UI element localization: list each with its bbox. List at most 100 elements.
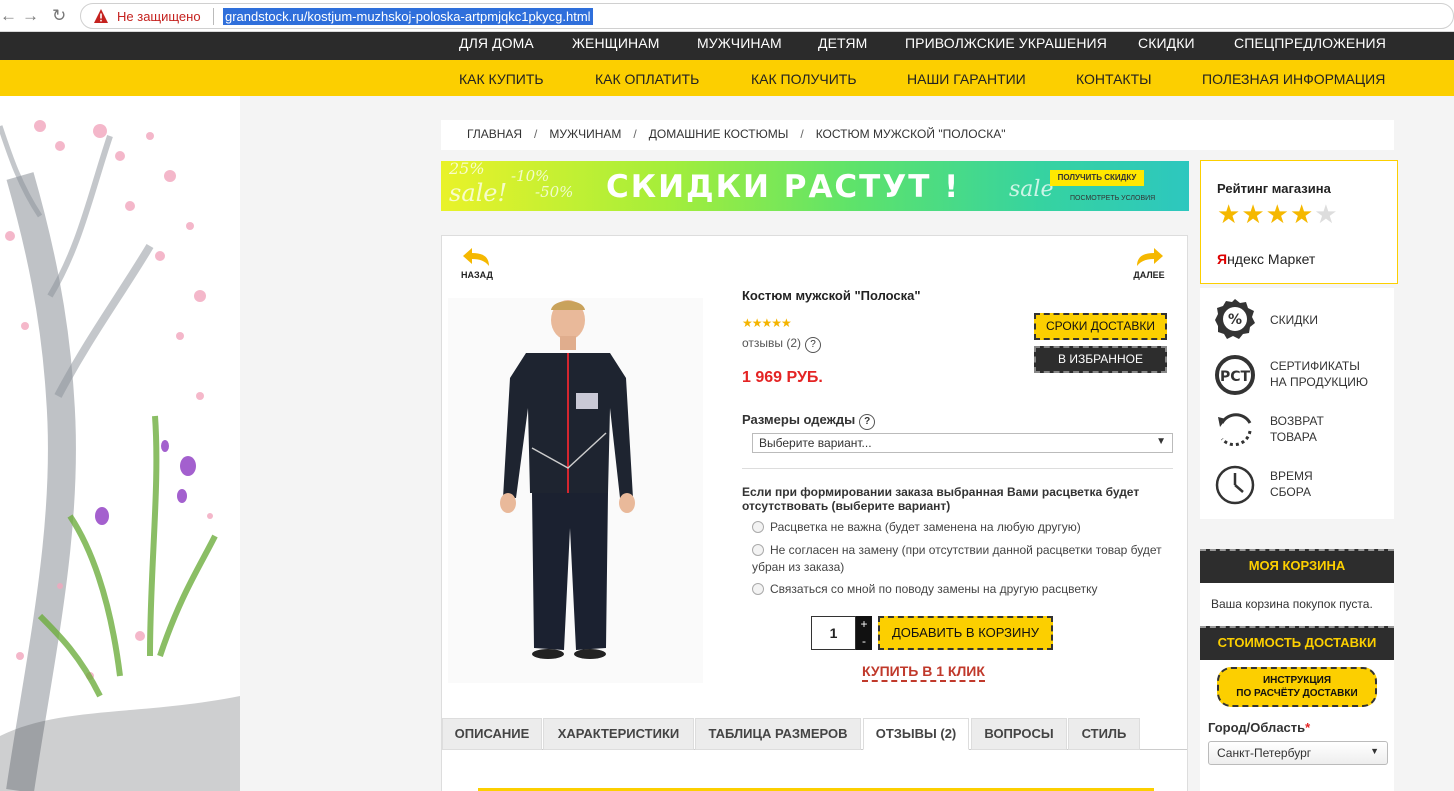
back-arrow-icon[interactable]: ← xyxy=(0,7,17,25)
feature-discounts[interactable]: % СКИДКИ xyxy=(1214,298,1394,342)
tab-style[interactable]: СТИЛЬ xyxy=(1068,718,1140,750)
subnav-guarantees[interactable]: НАШИ ГАРАНТИИ xyxy=(907,71,1026,87)
feature-assembly-time[interactable]: ВРЕМЯ СБОРА xyxy=(1214,464,1394,508)
quantity-decrement-button[interactable]: - xyxy=(856,633,872,650)
rating-title: Рейтинг магазина xyxy=(1217,181,1331,196)
shop-rating-widget[interactable]: Рейтинг магазина ★★★★★ Яндекс Маркет xyxy=(1200,160,1398,284)
tab-size-table[interactable]: ТАБЛИЦА РАЗМЕРОВ xyxy=(695,718,861,750)
delivery-instruction-button[interactable]: ИНСТРУКЦИЯ ПО РАСЧЁТУ ДОСТАВКИ xyxy=(1217,667,1377,707)
nav-item-jewelry[interactable]: ПРИВОЛЖСКИЕ УКРАШЕНИЯ xyxy=(905,35,1107,51)
next-label: ДАЛЕЕ xyxy=(1133,270,1165,280)
cart-panel: МОЯ КОРЗИНА Ваша корзина покупок пуста. … xyxy=(1200,549,1394,791)
url-text[interactable]: grandstock.ru/kostjum-muzhskoj-poloska-a… xyxy=(223,8,593,25)
star-filled-icon: ★ xyxy=(1289,199,1315,229)
feature-label: СЕРТИФИКАТЫ НА ПРОДУКЦИЮ xyxy=(1270,359,1368,389)
certificate-rst-icon: РСТ xyxy=(1215,355,1255,395)
feature-label: СКИДКИ xyxy=(1270,313,1319,327)
svg-text:РСТ: РСТ xyxy=(1220,369,1251,385)
url-bar[interactable]: Не защищено grandstock.ru/kostjum-muzhsk… xyxy=(80,3,1454,29)
view-terms-link[interactable]: ПОСМОТРЕТЬ УСЛОВИЯ xyxy=(1070,195,1155,202)
feature-label: ВРЕМЯ СБОРА xyxy=(1270,469,1313,499)
replacement-option-decline[interactable]: Не согласен на замену (при отсутствии да… xyxy=(752,542,1172,576)
tab-characteristics[interactable]: ХАРАКТЕРИСТИКИ xyxy=(543,718,694,750)
product-rating-stars: ★★★★★ xyxy=(742,316,792,330)
svg-text:%: % xyxy=(1228,312,1242,328)
product-photo[interactable] xyxy=(448,298,703,683)
divider xyxy=(742,468,1173,469)
feature-return[interactable]: ВОЗВРАТ ТОВАРА xyxy=(1214,409,1394,453)
yandex-market-text: ндекс Маркет xyxy=(1227,251,1316,267)
subnav-how-to-receive[interactable]: КАК ПОЛУЧИТЬ xyxy=(751,71,857,87)
forward-arrow-icon[interactable]: → xyxy=(22,7,39,25)
reviews-label: отзывы (2) xyxy=(742,336,802,350)
discount-badge-icon: % xyxy=(1215,299,1255,339)
nav-item-kids[interactable]: ДЕТЯМ xyxy=(818,35,867,51)
features-panel: % СКИДКИ РСТ СЕРТИФИКАТЫ НА ПРОДУКЦИЮ ВО… xyxy=(1200,288,1394,519)
product-card: НАЗАД ДАЛЕЕ Костюм мужской "Полоска" ★★★… xyxy=(441,235,1188,791)
color-replacement-question: Если при формировании заказа выбранная В… xyxy=(742,485,1140,513)
decorative-tree-illustration xyxy=(0,96,240,791)
subnav-how-to-buy[interactable]: КАК КУПИТЬ xyxy=(459,71,544,87)
delivery-times-button[interactable]: СРОКИ ДОСТАВКИ xyxy=(1034,313,1167,340)
sizes-label-text: Размеры одежды xyxy=(742,412,856,427)
region-select[interactable]: Санкт-Петербург ▼ xyxy=(1208,741,1388,765)
quantity-increment-button[interactable]: + xyxy=(856,616,872,633)
replacement-option-contact[interactable]: Связаться со мной по поводу замены на др… xyxy=(752,581,1097,598)
feature-label: ВОЗВРАТ ТОВАРА xyxy=(1270,414,1324,444)
radio-button[interactable] xyxy=(752,521,764,533)
help-question-icon[interactable]: ? xyxy=(859,414,876,430)
nav-item-sales[interactable]: СКИДКИ xyxy=(1138,35,1195,51)
add-to-cart-button[interactable]: ДОБАВИТЬ В КОРЗИНУ xyxy=(878,616,1053,650)
yandex-letter: Я xyxy=(1217,251,1228,267)
required-mark: * xyxy=(1305,720,1311,735)
subnav-how-to-pay[interactable]: КАК ОПЛАТИТЬ xyxy=(595,71,699,87)
subnav-contacts[interactable]: КОНТАКТЫ xyxy=(1076,71,1152,87)
region-label: Город/Область* xyxy=(1208,720,1310,735)
reload-icon[interactable]: ↻ xyxy=(52,7,66,25)
reviews-count-link[interactable]: отзывы (2)? xyxy=(742,336,822,353)
info-nav: КАК КУПИТЬ КАК ОПЛАТИТЬ КАК ПОЛУЧИТЬ НАШ… xyxy=(0,60,1454,96)
replacement-option-any[interactable]: Расцветка не важна (будет заменена на лю… xyxy=(752,519,1081,536)
tab-questions[interactable]: ВОПРОСЫ xyxy=(971,718,1067,750)
breadcrumb-separator: / xyxy=(534,127,538,141)
nav-item-home[interactable]: ДЛЯ ДОМА xyxy=(459,35,534,51)
add-to-favorites-button[interactable]: В ИЗБРАННОЕ xyxy=(1034,346,1167,373)
return-cycle-icon xyxy=(1218,413,1252,447)
banner-headline: СКИДКИ РАСТУТ ! xyxy=(606,169,961,205)
option-label: Связаться со мной по поводу замены на др… xyxy=(770,582,1098,596)
nav-item-women[interactable]: ЖЕНЩИНАМ xyxy=(572,35,659,51)
radio-button[interactable] xyxy=(752,544,764,556)
product-price: 1 969 РУБ. xyxy=(742,369,823,386)
warning-icon xyxy=(94,9,108,23)
get-discount-button[interactable]: ПОЛУЧИТЬ СКИДКУ xyxy=(1050,170,1144,186)
star-filled-icon: ★ xyxy=(1241,199,1266,229)
region-select-value: Санкт-Петербург xyxy=(1217,746,1312,760)
quantity-input[interactable]: 1 xyxy=(811,616,856,650)
breadcrumb-separator: / xyxy=(633,127,637,141)
size-select[interactable]: Выберите вариант... ▼ xyxy=(752,433,1173,453)
subnav-useful-info[interactable]: ПОЛЕЗНАЯ ИНФОРМАЦИЯ xyxy=(1202,71,1385,87)
back-button[interactable]: НАЗАД xyxy=(460,246,494,280)
buy-one-click-link[interactable]: КУПИТЬ В 1 КЛИК xyxy=(862,663,985,682)
radio-button[interactable] xyxy=(752,583,764,595)
nav-item-men[interactable]: МУЖЧИНАМ xyxy=(697,35,782,51)
feature-certificates[interactable]: РСТ СЕРТИФИКАТЫ НА ПРОДУКЦИЮ xyxy=(1214,354,1394,398)
banner-ghost-text: sale! xyxy=(449,179,508,207)
breadcrumb-home-suits[interactable]: ДОМАШНИЕ КОСТЮМЫ xyxy=(649,127,789,141)
dropdown-triangle-icon: ▼ xyxy=(1156,436,1166,447)
tab-reviews[interactable]: ОТЗЫВЫ (2) xyxy=(863,718,969,750)
banner-ghost-text: -50% xyxy=(535,183,574,201)
tab-description[interactable]: ОПИСАНИЕ xyxy=(442,718,542,750)
nav-item-special[interactable]: СПЕЦПРЕДЛОЖЕНИЯ xyxy=(1234,35,1386,51)
rating-stars: ★★★★★ xyxy=(1217,199,1339,230)
back-label: НАЗАД xyxy=(461,270,493,280)
next-button[interactable]: ДАЛЕЕ xyxy=(1132,246,1166,280)
breadcrumb-home[interactable]: ГЛАВНАЯ xyxy=(467,127,522,141)
banner-ghost-text: 25% xyxy=(449,161,485,178)
star-filled-icon: ★ xyxy=(1217,199,1242,229)
breadcrumb-men[interactable]: МУЖЧИНАМ xyxy=(549,127,621,141)
browser-address-bar: ← → ↻ Не защищено grandstock.ru/kostjum-… xyxy=(0,0,1454,32)
star-empty-icon: ★ xyxy=(1314,199,1339,229)
help-question-icon[interactable]: ? xyxy=(805,337,822,353)
sale-banner[interactable]: 25% sale! -10% -50% sale СКИДКИ РАСТУТ !… xyxy=(441,161,1189,211)
